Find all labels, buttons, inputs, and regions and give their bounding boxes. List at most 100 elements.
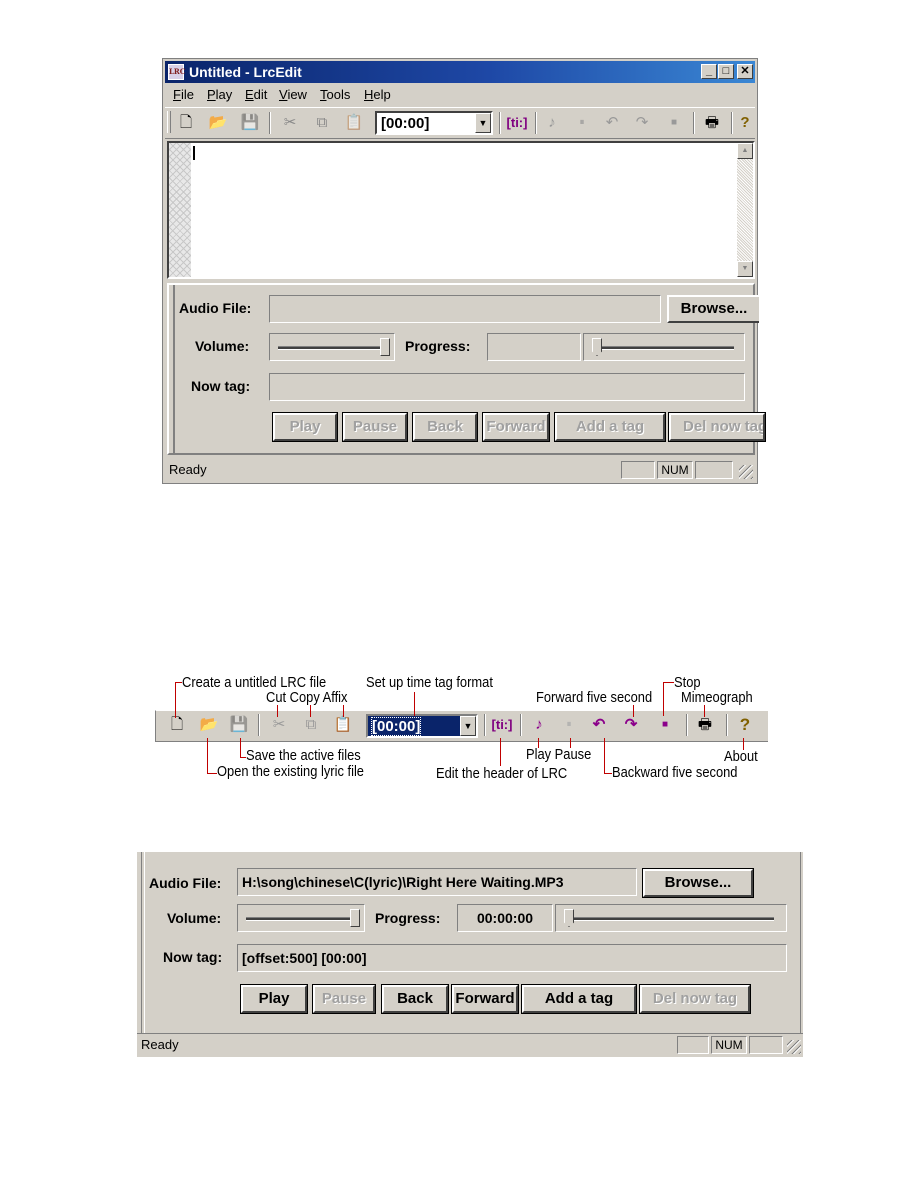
progress-label: Progress:	[375, 910, 441, 926]
scroll-down-icon[interactable]: ▼	[737, 261, 753, 277]
callout-line	[663, 682, 674, 683]
progress-slider[interactable]	[583, 333, 745, 361]
time-format-combo[interactable]: [00:00] ▼	[375, 111, 493, 135]
browse-button[interactable]: Browse...	[642, 868, 754, 898]
menu-view[interactable]: View	[279, 87, 307, 103]
pause-icon: ⏸	[566, 719, 572, 730]
lyric-editor[interactable]: ▲ ▼	[167, 141, 755, 279]
add-tag-button[interactable]: Add a tag	[554, 412, 666, 442]
toolbar-separator	[726, 714, 728, 736]
back-button[interactable]: Back	[412, 412, 478, 442]
callout-cut-copy-affix: Cut Copy Affix	[266, 689, 348, 706]
pause-button[interactable]: Pause	[312, 984, 376, 1014]
menu-file-label: ile	[180, 87, 194, 102]
back-button[interactable]: Back	[381, 984, 449, 1014]
progress-slider[interactable]	[555, 904, 787, 932]
play-button[interactable]: Play	[272, 412, 338, 442]
backward-five-icon[interactable]: ↶	[601, 112, 623, 134]
paste-icon[interactable]: 📋	[343, 112, 365, 134]
callout-line	[414, 692, 415, 716]
now-tag-field	[269, 373, 745, 401]
scroll-up-icon[interactable]: ▲	[737, 143, 753, 159]
resize-grip[interactable]	[739, 465, 753, 479]
progress-label: Progress:	[405, 338, 471, 354]
open-file-icon[interactable]: 📂	[207, 112, 229, 134]
toolbar-separator	[686, 714, 688, 736]
cut-icon[interactable]: ✂	[279, 112, 301, 134]
about-icon[interactable]: ?	[737, 112, 753, 134]
status-text: Ready	[169, 462, 207, 477]
volume-thumb[interactable]	[350, 909, 360, 927]
maximize-button[interactable]: □	[718, 64, 734, 79]
callout-edit-header: Edit the header of LRC	[436, 765, 568, 782]
volume-label: Volume:	[167, 910, 222, 926]
audio-file-field[interactable]	[269, 295, 661, 323]
window-title: Untitled - LrcEdit	[189, 64, 302, 80]
play-icon: ♪	[535, 716, 543, 733]
menu-file-accel: F	[173, 87, 181, 102]
callout-about: About	[724, 748, 758, 765]
resize-grip[interactable]	[787, 1040, 801, 1054]
audio-file-value: H:\song\chinese\C(lyric)\Right Here Wait…	[242, 874, 564, 890]
forward-button[interactable]: Forward	[451, 984, 519, 1014]
new-file-icon[interactable]: 🗋	[175, 112, 197, 134]
save-file-icon[interactable]: 💾	[239, 112, 261, 134]
menu-play[interactable]: Play	[207, 87, 232, 103]
menu-edit[interactable]: Edit	[245, 87, 267, 103]
chevron-down-icon: ▼	[460, 716, 476, 736]
minimize-button[interactable]: _	[701, 64, 717, 79]
add-tag-button[interactable]: Add a tag	[521, 984, 637, 1014]
browse-button[interactable]: Browse...	[667, 295, 759, 323]
audio-file-field[interactable]: H:\song\chinese\C(lyric)\Right Here Wait…	[237, 868, 637, 896]
volume-slider[interactable]	[269, 333, 395, 361]
toolbar-separator	[731, 112, 733, 134]
status-pane-caps	[677, 1036, 709, 1054]
callout-line	[175, 682, 176, 718]
callout-line	[604, 773, 612, 774]
progress-time	[487, 333, 581, 361]
pause-button[interactable]: Pause	[342, 412, 408, 442]
menu-view-label: iew	[287, 87, 307, 102]
about-icon: ?	[739, 715, 751, 734]
toolbar-separator	[535, 112, 537, 134]
volume-thumb[interactable]	[380, 338, 390, 356]
callout-forward5: Forward five second	[536, 689, 653, 706]
status-pane-num: NUM	[657, 461, 693, 479]
toolbar-grip[interactable]	[167, 111, 171, 133]
callout-backward5: Backward five second	[612, 764, 738, 781]
progress-time: 00:00:00	[457, 904, 553, 932]
close-button[interactable]: ✕	[737, 64, 753, 79]
stop-icon[interactable]: ■	[663, 112, 685, 134]
play-button[interactable]: Play	[240, 984, 308, 1014]
forward-button[interactable]: Forward	[482, 412, 550, 442]
pause-icon[interactable]: ⏸	[571, 112, 593, 134]
toolbar-separator	[693, 112, 695, 134]
vertical-scrollbar[interactable]: ▲ ▼	[737, 143, 753, 277]
callout-line	[704, 705, 705, 717]
menu-file[interactable]: File	[173, 87, 194, 103]
status-pane-caps	[621, 461, 655, 479]
player-panel-inner: Audio File: Browse... Volume: Progress: …	[173, 285, 766, 453]
status-pane-num: NUM	[711, 1036, 747, 1054]
callout-line	[207, 773, 217, 774]
progress-thumb[interactable]	[592, 338, 602, 356]
callout-line	[343, 705, 344, 717]
panel-border	[141, 852, 145, 1033]
play-icon[interactable]: ♪	[541, 112, 563, 134]
progress-thumb[interactable]	[564, 909, 574, 927]
edit-header-button[interactable]: [ti:]	[503, 112, 531, 134]
copy-icon[interactable]: ⧉	[311, 112, 333, 134]
del-now-tag-button[interactable]: Del now tag	[639, 984, 751, 1014]
chevron-down-icon[interactable]: ▼	[475, 113, 491, 133]
menu-tools[interactable]: Tools	[320, 87, 350, 103]
menu-help[interactable]: Help	[364, 87, 391, 103]
print-icon[interactable]: 🖶	[701, 112, 723, 134]
volume-slider[interactable]	[237, 904, 365, 932]
callout-line	[663, 682, 664, 716]
forward-five-icon[interactable]: ↷	[631, 112, 653, 134]
menu-help-accel: H	[364, 87, 374, 102]
new-file-icon: 🗋	[170, 716, 184, 733]
callout-line	[207, 738, 208, 774]
title-bar[interactable]: LRC Untitled - LrcEdit _ □ ✕	[165, 61, 755, 83]
del-now-tag-button[interactable]: Del now tag	[668, 412, 766, 442]
